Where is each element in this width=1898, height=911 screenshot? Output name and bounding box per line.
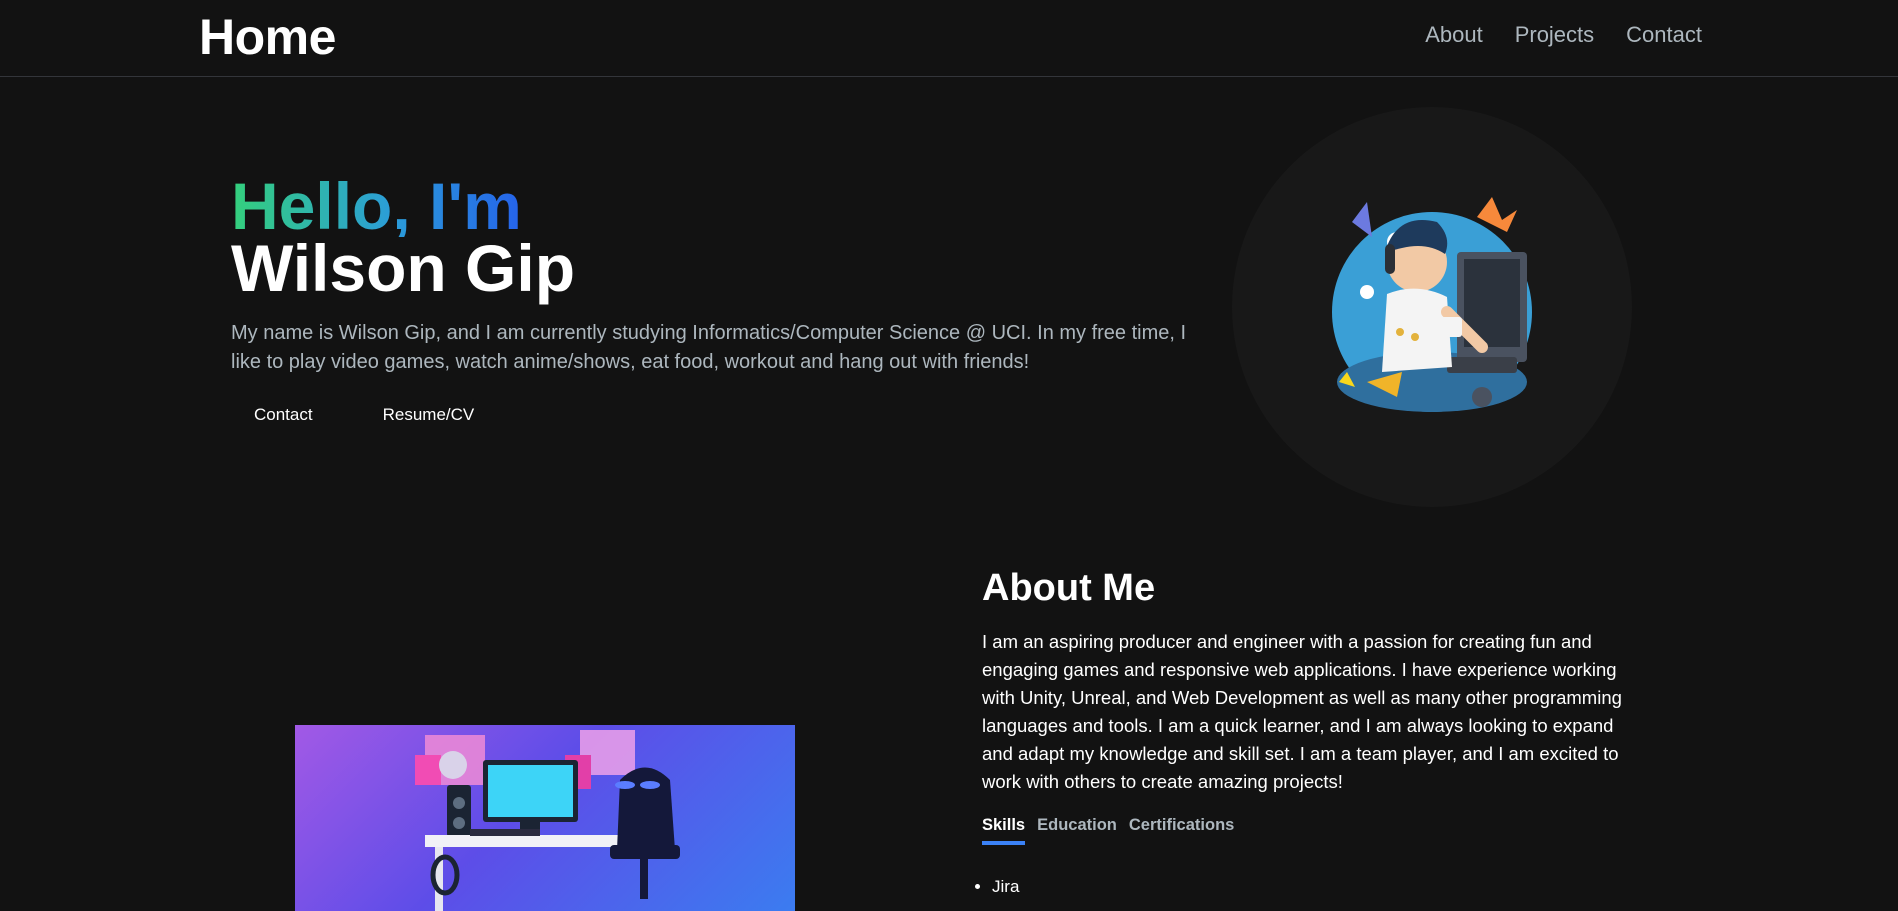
- about-title: About Me: [982, 567, 1156, 609]
- nav-links: About Projects Contact: [1425, 22, 1702, 48]
- nav-link-contact[interactable]: Contact: [1626, 22, 1702, 48]
- tab-education[interactable]: Education: [1037, 816, 1117, 845]
- about-body: I am an aspiring producer and engineer w…: [982, 631, 1622, 792]
- gamer-avatar-icon: [1332, 197, 1532, 412]
- hero-section: Hello, I'm Wilson Gip My name is Wilson …: [231, 169, 1191, 433]
- hero-greeting: Hello, I'm: [231, 169, 522, 243]
- navbar: Home About Projects Contact: [0, 0, 1898, 77]
- resume-button[interactable]: Resume/CV: [360, 397, 498, 433]
- tab-certifications[interactable]: Certifications: [1129, 816, 1234, 845]
- gaming-setup-icon: [415, 730, 680, 911]
- nav-link-about[interactable]: About: [1425, 22, 1483, 48]
- nav-link-projects[interactable]: Projects: [1515, 22, 1594, 48]
- hero-bio: My name is Wilson Gip, and I am currentl…: [231, 322, 1187, 373]
- about-section: About Me I am an aspiring producer and e…: [982, 567, 1622, 897]
- skills-list: Jira: [982, 877, 1622, 897]
- home-logo-link[interactable]: Home: [199, 8, 336, 66]
- hero-name: Wilson Gip: [231, 231, 576, 305]
- hero-avatar: [1232, 107, 1632, 507]
- about-tabs: Skills Education Certifications: [982, 816, 1622, 845]
- hero-heading: Hello, I'm Wilson Gip: [231, 169, 1191, 305]
- list-item: Jira: [992, 877, 1622, 897]
- hero-buttons: Contact Resume/CV: [231, 397, 1191, 433]
- about-image: [295, 725, 795, 911]
- tab-skills[interactable]: Skills: [982, 816, 1026, 845]
- contact-button[interactable]: Contact: [231, 397, 336, 433]
